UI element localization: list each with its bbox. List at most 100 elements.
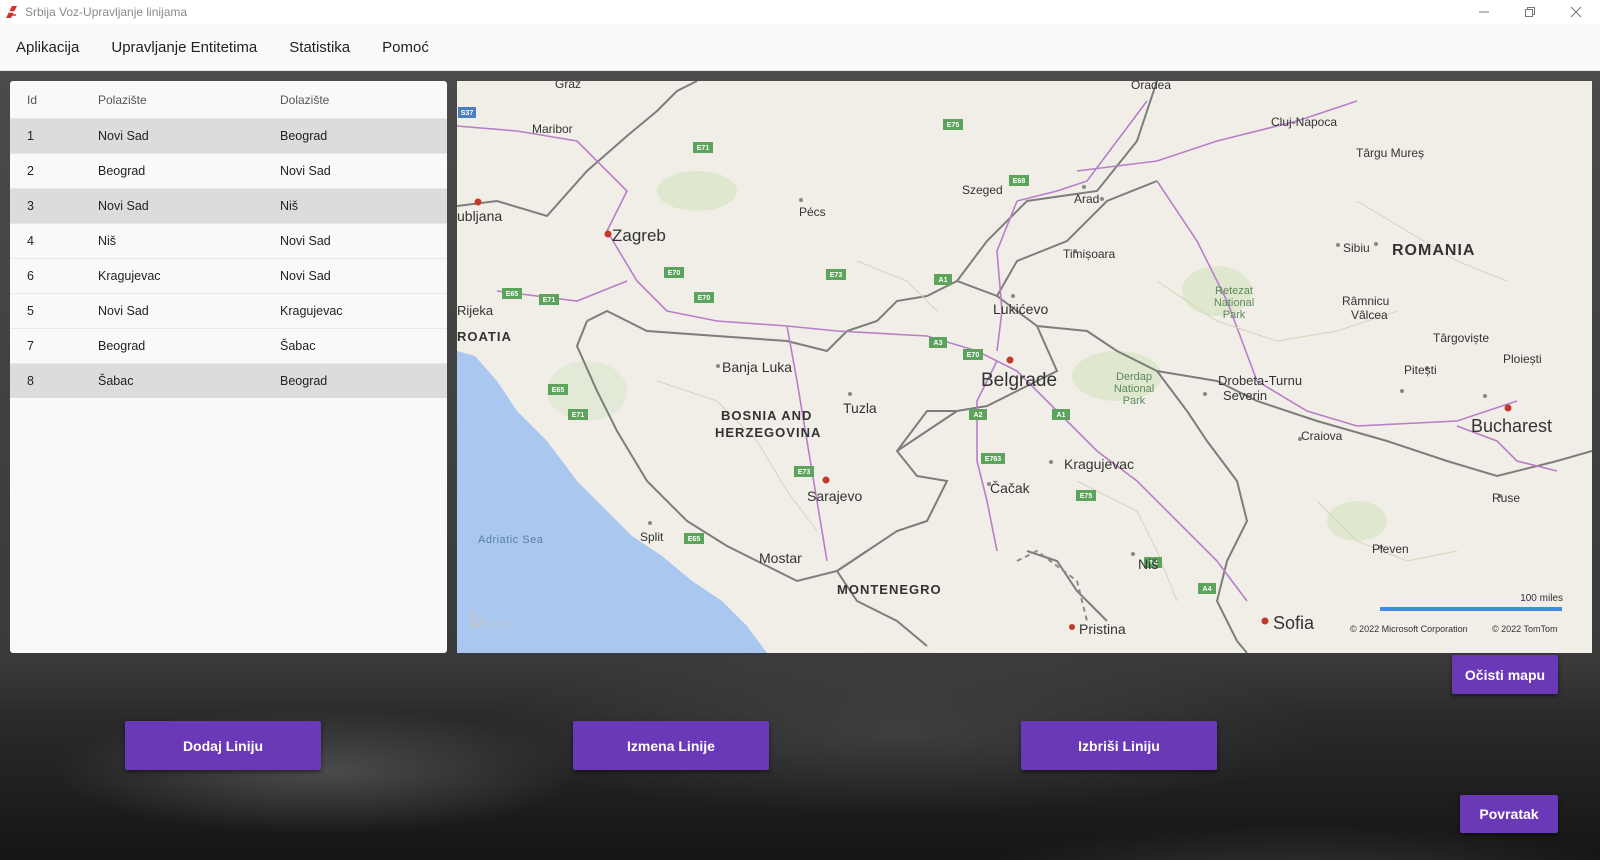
road-shield: A2 [969,409,987,420]
svg-text:E75: E75 [1080,493,1093,500]
park-label: National [1114,383,1154,395]
city-label: Pécs [799,205,826,219]
svg-text:A1: A1 [939,277,948,284]
city-label: Lukićevo [993,301,1048,317]
svg-text:E73: E73 [830,272,843,279]
city-label: Ploiești [1503,352,1542,366]
country-label: BOSNIA AND [721,408,812,423]
header-polaziste[interactable]: Polazište [98,93,280,107]
city-label: Vâlcea [1351,308,1388,322]
cell-id: 7 [27,339,34,353]
table-row[interactable]: 3 Novi Sad Niš [10,188,447,223]
city-label: Čačak [990,480,1031,496]
cell-id: 8 [27,374,34,388]
road-shield: E71 [539,294,559,305]
clear-map-button[interactable]: Očisti mapu [1452,655,1558,694]
road-shield: A1 [934,274,952,285]
map-canvas[interactable]: E75 E71 E68 E70 E70 E70 E73 E73 E65 E65 … [457,81,1592,653]
city-label: Craiova [1301,429,1343,443]
road-shield: E70 [694,292,714,303]
table-row[interactable]: 7 Beograd Šabac [10,328,447,363]
road-shield: S37 [458,107,476,118]
menu-bar: Aplikacija Upravljanje Entitetima Statis… [0,24,1600,71]
city-label: Kragujevac [1064,456,1134,472]
road-shield: E763 [981,453,1005,464]
park-label: Park [1123,395,1146,407]
header-dolaziste[interactable]: Dolazište [280,93,447,107]
road-shield: E71 [693,142,713,153]
cell-id: 5 [27,304,34,318]
svg-text:A2: A2 [974,412,983,419]
cell-dolaziste: Niš [280,199,299,213]
city-label: Oradea [1131,81,1171,92]
menu-statistika[interactable]: Statistika [273,24,366,70]
menu-upravljanje-entitetima[interactable]: Upravljanje Entitetima [95,24,273,70]
cell-dolaziste: Novi Sad [280,269,331,283]
svg-text:E75: E75 [947,122,960,129]
cell-dolaziste: Novi Sad [280,164,331,178]
table-row[interactable]: 1 Novi Sad Beograd [10,118,447,153]
country-label: ROMANIA [1392,242,1475,259]
scale-bar [1380,607,1562,611]
city-label: Tuzla [843,400,877,416]
park-label: Retezat [1215,285,1253,297]
disputed-border [1016,549,1088,622]
add-line-button[interactable]: Dodaj Liniju [125,721,321,770]
svg-text:A3: A3 [934,340,943,347]
city-label: Banja Luka [722,359,792,375]
road-shield: E65 [684,533,704,544]
country-label: HERZEGOVINA [715,425,821,440]
city-label: Ruse [1492,491,1520,505]
cell-polaziste: Beograd [98,339,146,353]
table-header: Id Polazište Dolazište [10,81,447,118]
cell-dolaziste: Šabac [280,339,316,353]
table-row[interactable]: 2 Beograd Novi Sad [10,153,447,188]
road-shield: E73 [794,466,814,477]
table-row[interactable]: 8 Šabac Beograd [10,363,447,398]
cell-polaziste: Novi Sad [98,304,149,318]
menu-pomoc[interactable]: Pomoć [366,24,445,70]
back-button[interactable]: Povratak [1460,795,1558,833]
cell-id: 3 [27,199,34,213]
city-label: Timișoara [1063,247,1116,261]
city-label: Pleven [1372,542,1409,556]
road-shield: E70 [963,349,983,360]
road-shield: A3 [929,337,947,348]
attribution-microsoft: © 2022 Microsoft Corporation [1350,624,1468,634]
map-view[interactable]: E75 E71 E68 E70 E70 E70 E73 E73 E65 E65 … [457,81,1592,653]
svg-text:E65: E65 [506,291,519,298]
city-label: ubljana [457,208,502,224]
minimize-icon[interactable] [1461,0,1507,24]
delete-line-button[interactable]: Izbriši Liniju [1021,721,1217,770]
table-row[interactable]: 6 Kragujevac Novi Sad [10,258,447,293]
table-row[interactable]: 4 Niš Novi Sad [10,223,447,258]
svg-text:E70: E70 [967,352,980,359]
city-label: Zagreb [612,226,666,245]
close-icon[interactable] [1553,0,1599,24]
cell-dolaziste: Beograd [280,374,328,388]
svg-text:E65: E65 [688,536,701,543]
cell-polaziste: Novi Sad [98,129,149,143]
cell-polaziste: Novi Sad [98,199,149,213]
city-label: Sofia [1273,613,1315,633]
city-label: Bucharest [1471,416,1552,436]
svg-text:A4: A4 [1203,586,1212,593]
header-id[interactable]: Id [10,93,98,107]
edit-line-button[interactable]: Izmena Linije [573,721,769,770]
restore-icon[interactable] [1507,0,1553,24]
svg-text:E70: E70 [668,270,681,277]
cell-polaziste: Niš [98,234,117,248]
city-label: Pitești [1404,363,1437,377]
city-label: Rijeka [457,303,494,318]
city-label: Split [640,530,664,544]
city-label: Drobeta-Turnu [1218,373,1302,388]
city-label: Cluj-Napoca [1271,115,1337,129]
svg-text:E71: E71 [572,412,585,419]
country-label: ROATIA [457,329,512,344]
park-area [1327,501,1387,541]
table-row[interactable]: 5 Novi Sad Kragujevac [10,293,447,328]
cell-dolaziste: Beograd [280,129,328,143]
menu-aplikacija[interactable]: Aplikacija [0,24,95,70]
svg-text:E68: E68 [1013,178,1026,185]
cell-id: 6 [27,269,34,283]
